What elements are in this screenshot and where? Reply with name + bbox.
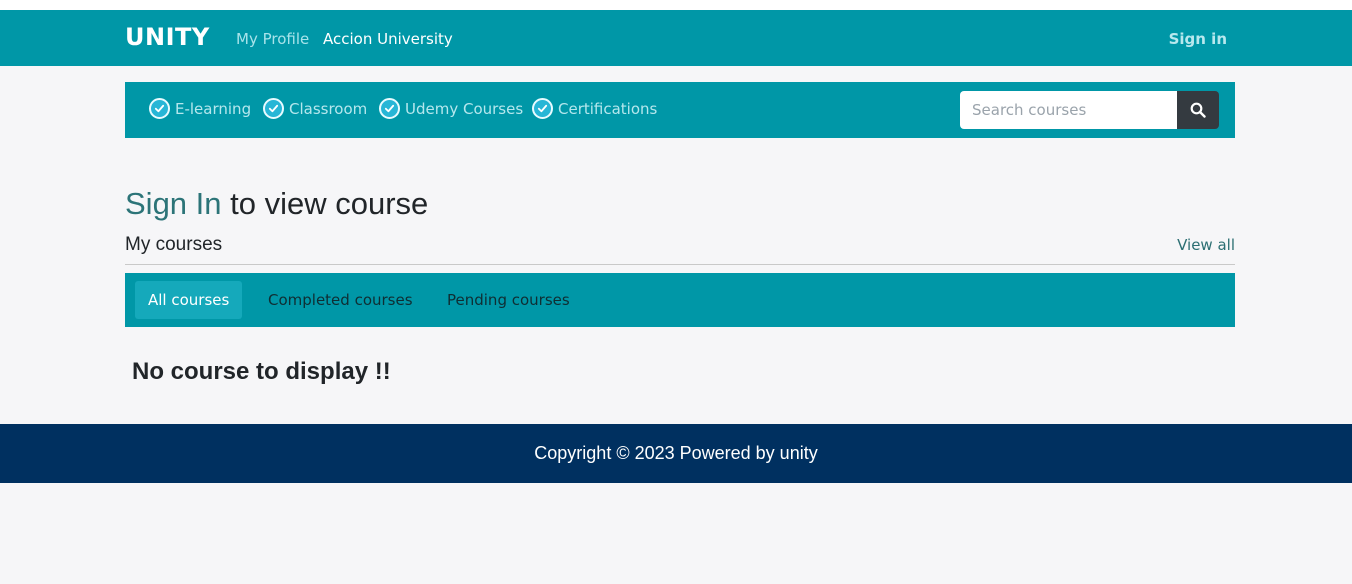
signin-link[interactable]: Sign in <box>1169 30 1227 48</box>
nav-accion-university[interactable]: Accion University <box>323 30 453 48</box>
course-tabs: All courses Completed courses Pending co… <box>125 273 1235 327</box>
category-classroom[interactable]: Classroom <box>263 98 367 119</box>
search-input[interactable] <box>960 91 1177 129</box>
category-label: Udemy Courses <box>405 99 524 118</box>
category-label: Certifications <box>558 99 658 118</box>
category-certifications[interactable]: Certifications <box>532 98 657 119</box>
category-label: Classroom <box>289 99 368 118</box>
search-button[interactable] <box>1177 91 1219 129</box>
category-e-learning[interactable]: E-learning <box>149 98 251 119</box>
empty-state-message: No course to display !! <box>132 358 391 385</box>
page-title: Sign In to view course <box>125 186 428 222</box>
top-strip <box>0 0 1352 10</box>
signin-heading-link[interactable]: Sign In <box>125 186 222 221</box>
category-bar: E-learning Classroom Udemy Courses Certi… <box>125 82 1235 138</box>
check-badge-icon <box>263 98 284 119</box>
tab-all-courses[interactable]: All courses <box>135 281 243 319</box>
category-udemy-courses[interactable]: Udemy Courses <box>379 98 523 119</box>
search-icon <box>1190 102 1206 118</box>
check-badge-icon <box>149 98 170 119</box>
search-form <box>960 91 1219 129</box>
top-navbar: UNITY My Profile Accion University Sign … <box>0 10 1352 66</box>
tab-completed-courses[interactable]: Completed courses <box>255 281 426 319</box>
check-badge-icon <box>532 98 553 119</box>
heading-text: to view course <box>221 186 429 221</box>
section-title: My courses <box>125 234 223 255</box>
view-all-link[interactable]: View all <box>1177 236 1235 254</box>
divider <box>125 264 1235 265</box>
footer-copyright: Copyright © 2023 Powered by unity <box>534 443 818 463</box>
brand-logo[interactable]: UNITY <box>125 23 210 51</box>
category-label: E-learning <box>175 99 252 118</box>
tab-pending-courses[interactable]: Pending courses <box>434 281 583 319</box>
nav-my-profile[interactable]: My Profile <box>236 30 309 48</box>
check-badge-icon <box>379 98 400 119</box>
footer: Copyright © 2023 Powered by unity <box>0 424 1352 483</box>
